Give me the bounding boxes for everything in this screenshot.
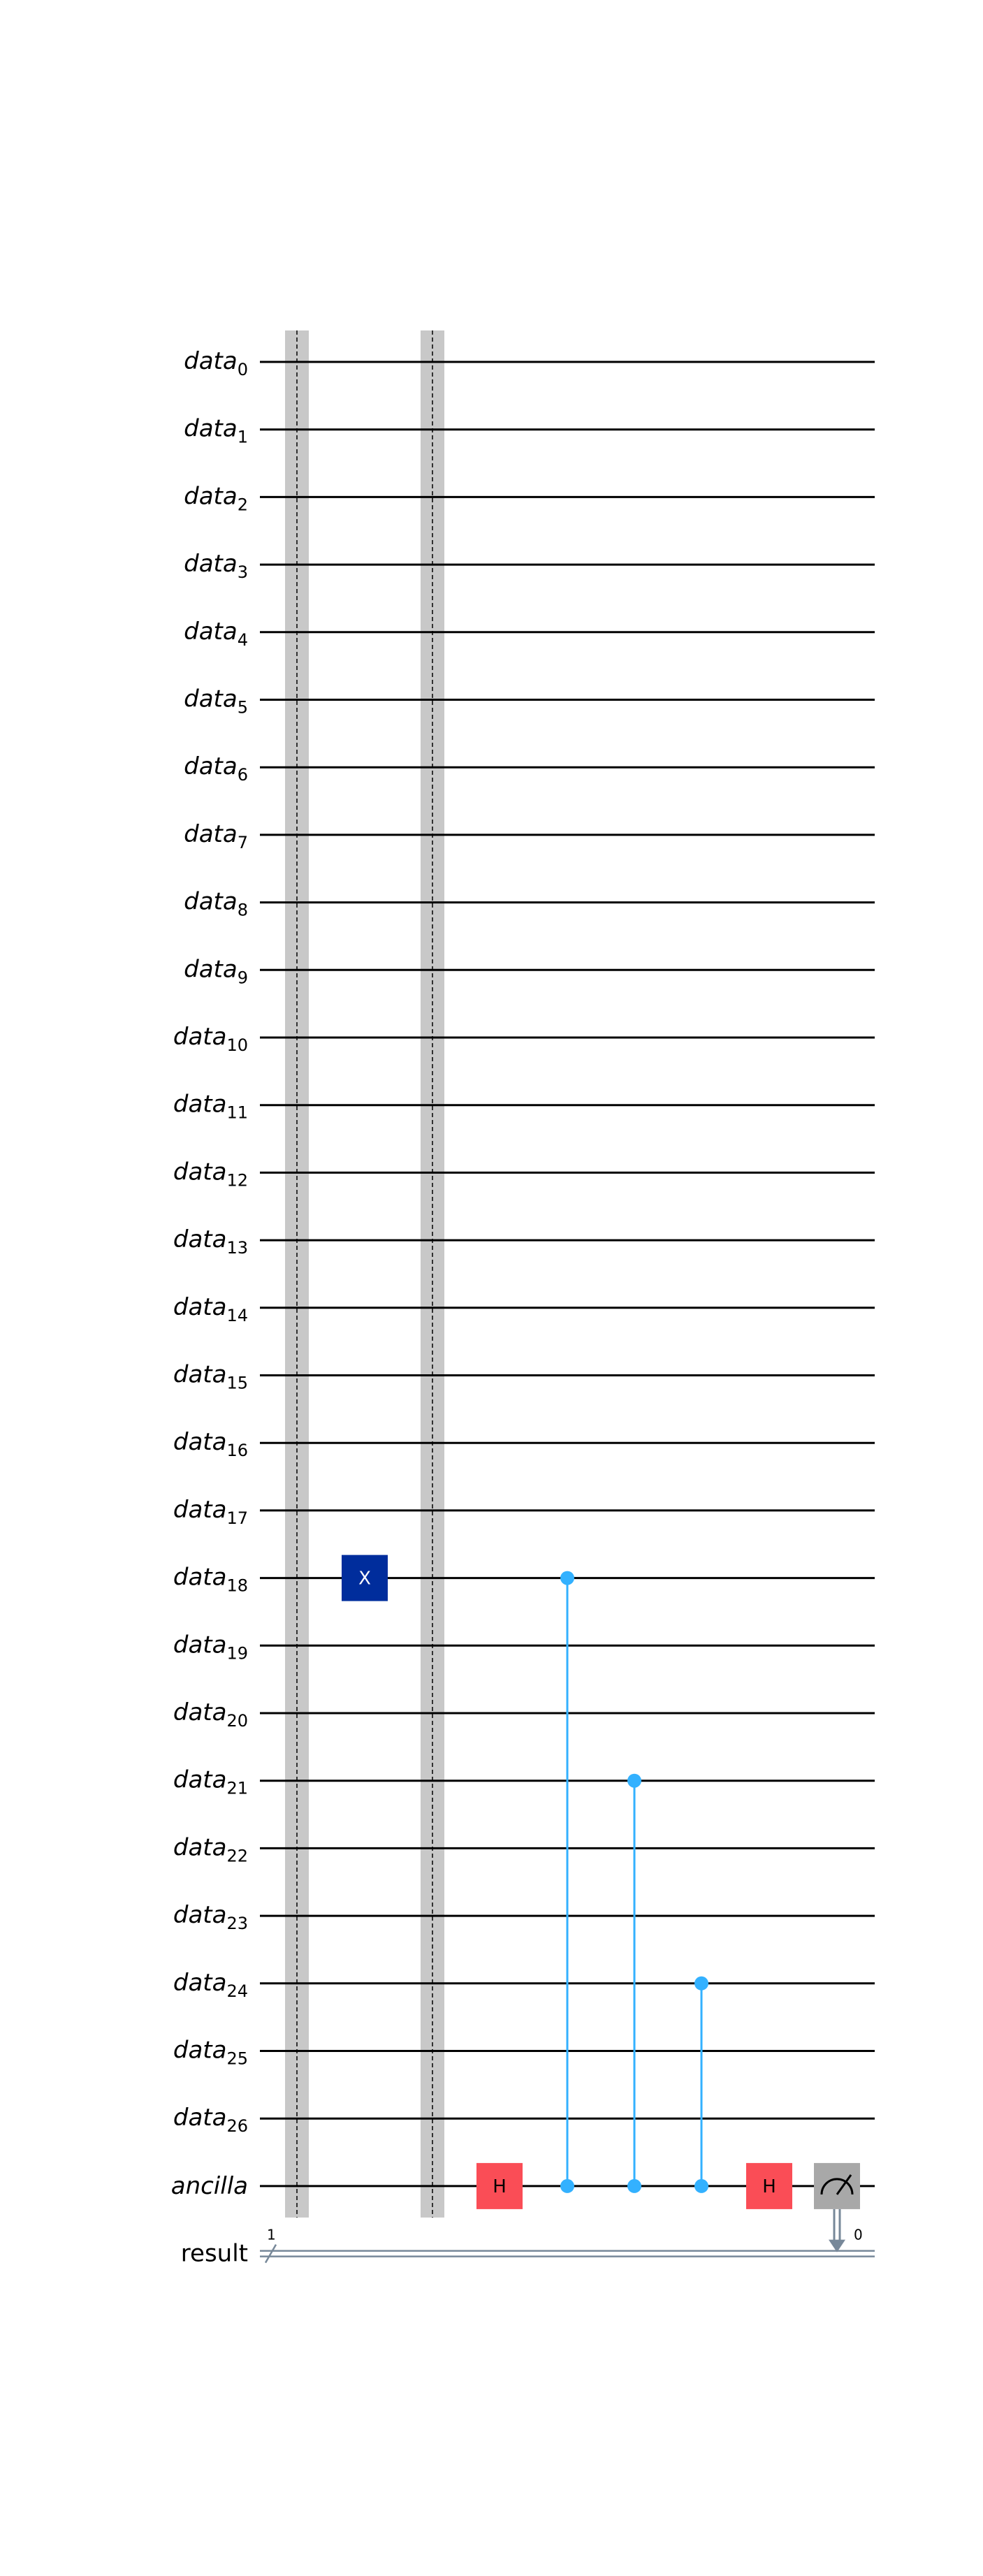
qubit-label: data20 <box>173 1698 248 1731</box>
control-dot <box>627 1773 641 1788</box>
qubit-label-name: data <box>184 752 238 780</box>
classical-bus-slash <box>264 2243 277 2264</box>
qubit-label: data25 <box>173 2037 248 2069</box>
qubit-label-name: data <box>184 347 238 375</box>
qubit-label-name: data <box>184 618 238 646</box>
qubit-label-index: 10 <box>226 1035 248 1055</box>
qubit-label-index: 13 <box>226 1238 248 1258</box>
classical-label: result <box>181 2240 248 2268</box>
qubit-label-name: data <box>184 955 238 983</box>
qubit-label: data1 <box>184 415 248 447</box>
qubit-label-index: 25 <box>226 2049 248 2069</box>
qubit-label-name: data <box>173 2104 227 2132</box>
qubit-label: data4 <box>184 618 248 650</box>
qubit-label-name: data <box>184 820 238 848</box>
qubit-label-name: data <box>173 1428 227 1456</box>
barrier-layer <box>285 330 444 2218</box>
control-target-dot <box>627 2178 641 2193</box>
qubit-label-name: data <box>173 1091 227 1119</box>
qubit-label-index: 6 <box>238 765 248 785</box>
qubit-label-index: 7 <box>238 833 248 852</box>
qubit-label-index: 21 <box>226 1779 248 1798</box>
qubit-label-index: 23 <box>226 1914 248 1933</box>
control-target-dot <box>560 2178 574 2193</box>
qubit-label-name: data <box>173 1766 227 1794</box>
measure-gate <box>814 2162 860 2209</box>
qubit-label: data15 <box>173 1361 248 1393</box>
qubit-label: data19 <box>173 1631 248 1663</box>
qubit-label-index: 1 <box>238 428 248 447</box>
qubit-label-name: data <box>173 1361 227 1389</box>
qubit-label-index: 8 <box>238 901 248 920</box>
qubit-label: data12 <box>173 1158 248 1190</box>
qubit-label: data26 <box>173 2104 248 2136</box>
control-dot <box>560 1571 574 1585</box>
measure-bit-index: 0 <box>854 2227 863 2243</box>
qubit-label: data6 <box>184 752 248 785</box>
qubit-label: data2 <box>184 482 248 514</box>
qubit-label-name: data <box>173 1631 227 1659</box>
qubit-label-name: data <box>173 1901 227 1929</box>
qubit-label: data22 <box>173 1833 248 1865</box>
qubit-label-index: 5 <box>238 698 248 718</box>
qubit-label-name: data <box>173 1158 227 1186</box>
qubit-label: data11 <box>173 1091 248 1123</box>
qubit-label: data14 <box>173 1293 248 1325</box>
qubit-label: data24 <box>173 1969 248 2001</box>
qubit-label: data21 <box>173 1766 248 1798</box>
qubit-label-name: data <box>184 415 238 443</box>
qubit-label-index: 20 <box>226 1711 248 1731</box>
qubit-label-index: 2 <box>238 495 248 514</box>
qubit-label-index: 14 <box>226 1306 248 1325</box>
qubit-label-index: 18 <box>226 1576 248 1596</box>
qubit-label-index: 4 <box>238 630 248 650</box>
qubit-label-name: data <box>173 1564 227 1592</box>
qubit-label: data0 <box>184 347 248 379</box>
x-gate-label: X <box>358 1569 371 1589</box>
qubit-label-name: data <box>173 1225 227 1253</box>
qubit-label-index: 3 <box>238 562 248 582</box>
qubit-label-index: 22 <box>226 1846 248 1865</box>
qubit-label-index: 16 <box>226 1441 248 1460</box>
qubit-label: data5 <box>184 685 248 718</box>
qubit-label-index: 11 <box>226 1103 248 1123</box>
h-gate-label: H <box>762 2176 776 2197</box>
qubit-label-index: 17 <box>226 1508 248 1528</box>
qubit-label-name: data <box>184 888 238 916</box>
qubit-label-name: data <box>184 550 238 578</box>
qubit-label-name: data <box>173 1969 227 1997</box>
qubit-label-index: 26 <box>226 2116 248 2136</box>
qubit-label: data9 <box>184 955 248 987</box>
qubit-label-index: 24 <box>226 1981 248 2001</box>
qubit-label-name: data <box>173 1698 227 1726</box>
qubit-label-index: 0 <box>238 360 248 379</box>
qubit-label-name: data <box>184 685 238 713</box>
control-dot <box>694 1976 708 1991</box>
qubit-label: data17 <box>173 1496 248 1528</box>
qubit-label-index: 9 <box>238 968 248 987</box>
qubit-label: data13 <box>173 1225 248 1258</box>
qubit-label-index: 15 <box>226 1374 248 1393</box>
qubit-label-name: data <box>173 2037 227 2065</box>
qubit-label-name: data <box>173 1023 227 1051</box>
qubit-label: data18 <box>173 1564 248 1596</box>
ancilla-label: ancilla <box>171 2172 248 2200</box>
gate-layer: X H H 0 <box>342 1555 863 2253</box>
qubit-label-name: data <box>173 1833 227 1861</box>
qubit-label-index: 12 <box>226 1170 248 1190</box>
h-gate-label: H <box>493 2176 507 2197</box>
qubit-label: data3 <box>184 550 248 582</box>
quantum-circuit-diagram: data0data1data2data3data4data5data6data7… <box>171 330 875 2268</box>
qubit-label: data23 <box>173 1901 248 1933</box>
qubit-label-name: data <box>184 482 238 510</box>
qubit-label: data8 <box>184 888 248 920</box>
qubit-label-name: data <box>173 1496 227 1524</box>
qubit-label-name: data <box>173 1293 227 1321</box>
qubit-label: data16 <box>173 1428 248 1460</box>
classical-bus-width: 1 <box>267 2227 276 2243</box>
qubit-label: data7 <box>184 820 248 852</box>
qubit-label-index: 19 <box>226 1643 248 1663</box>
qubit-label: data10 <box>173 1023 248 1055</box>
control-target-dot <box>694 2178 708 2193</box>
